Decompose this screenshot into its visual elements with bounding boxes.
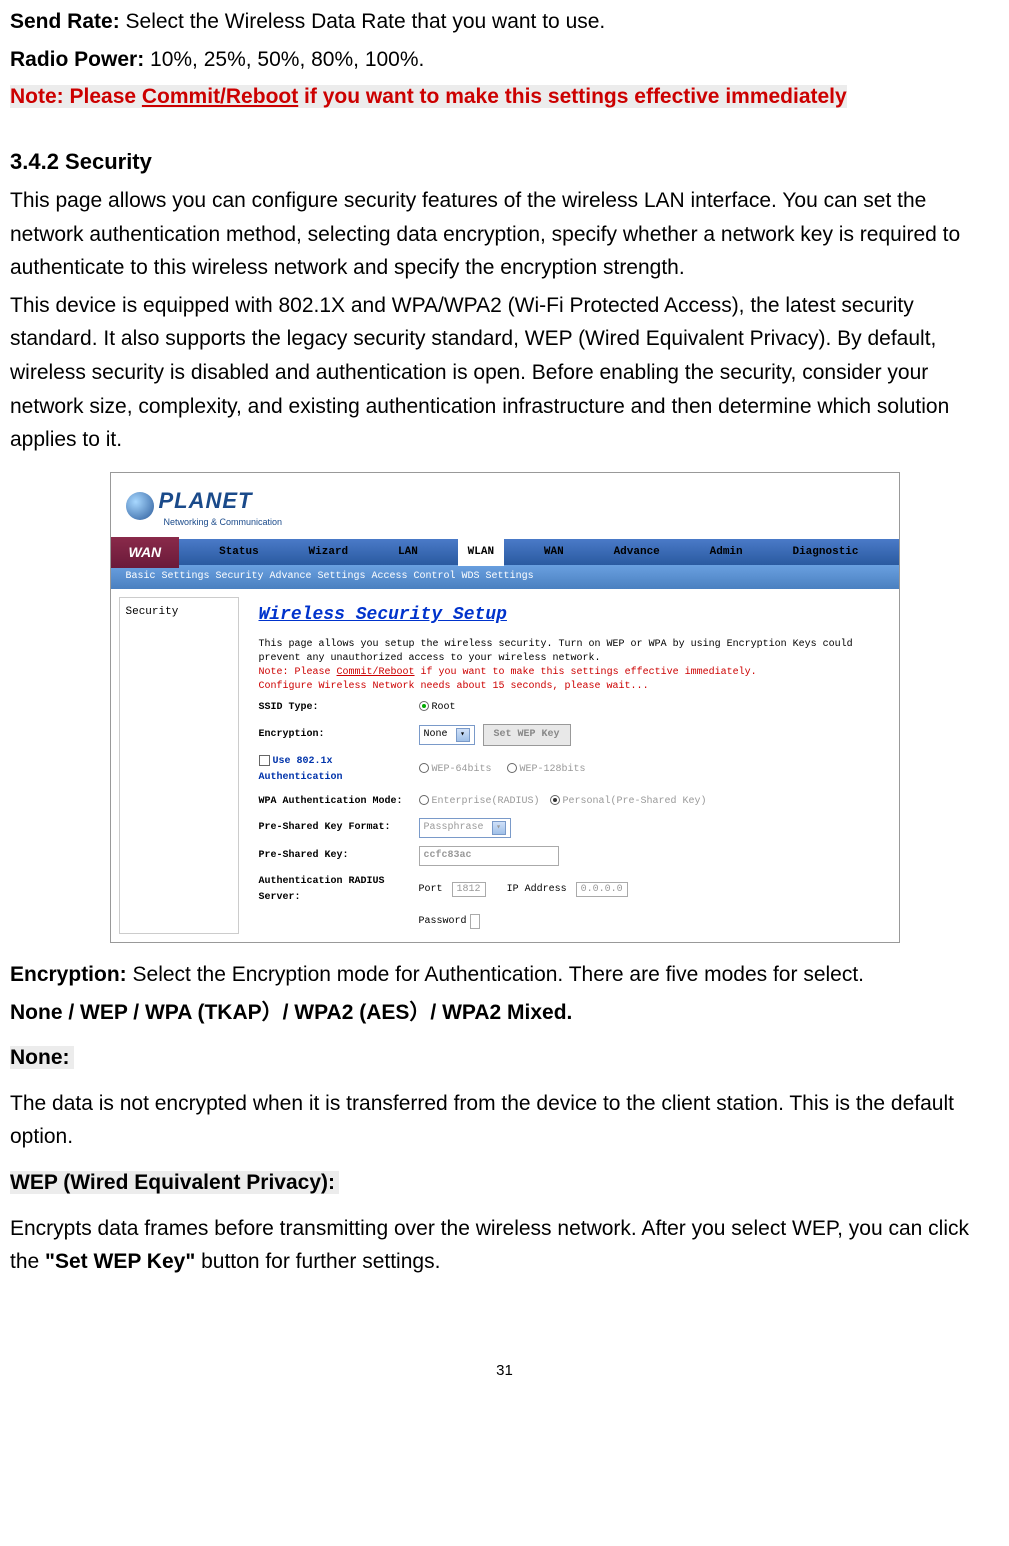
encryption-modes: None / WEP / WPA (TKAP）/ WPA2 (AES）/ WPA…: [10, 996, 999, 1030]
ssid-row: SSID Type: Root: [259, 700, 887, 716]
psk-row: Pre-Shared Key: ccfc83ac: [259, 846, 887, 866]
router-screenshot: PLANET Networking & Communication WAN St…: [110, 472, 900, 943]
psk-fmt-row: Pre-Shared Key Format: Passphrase ▾: [259, 818, 887, 838]
nav-bar: WAN Status Wizard LAN WLAN WAN Advance A…: [111, 539, 899, 565]
panel-desc: This page allows you setup the wireless …: [259, 638, 887, 694]
brand-name: PLANET: [159, 483, 283, 518]
encryption-line: Encryption: Select the Encryption mode f…: [10, 958, 999, 992]
desc-note: Note: Please Commit/Reboot if you want t…: [259, 667, 757, 678]
psk-label: Pre-Shared Key:: [259, 848, 419, 864]
encryption-text: Select the Encryption mode for Authentic…: [127, 963, 864, 986]
planet-logo: PLANET Networking & Communication: [126, 483, 283, 530]
ssid-label: SSID Type:: [259, 700, 419, 716]
radio-icon[interactable]: [507, 763, 517, 773]
chevron-down-icon: ▾: [492, 821, 506, 835]
psk-fmt-select[interactable]: Passphrase ▾: [419, 818, 511, 838]
radio-icon[interactable]: [419, 795, 429, 805]
radio-power-text: 10%, 25%, 50%, 80%, 100%.: [144, 48, 424, 71]
nav-items: Status Wizard LAN WLAN WAN Advance Admin…: [179, 539, 898, 567]
none-text: The data is not encrypted when it is tra…: [10, 1087, 999, 1154]
note-suffix: if you want to make this settings effect…: [298, 85, 846, 108]
none-heading: None:: [10, 1041, 999, 1075]
use-8021x-label: Use 802.1x Authentication: [259, 754, 419, 786]
nav-lan[interactable]: LAN: [388, 539, 428, 567]
password-input[interactable]: [470, 914, 480, 929]
encryption-row: Encryption: None ▾ Set WEP Key: [259, 724, 887, 746]
note-prefix: Note: Please: [10, 85, 142, 108]
send-rate-text: Select the Wireless Data Rate that you w…: [120, 10, 606, 33]
password-section: Password: [419, 914, 480, 930]
checkbox-icon[interactable]: [259, 755, 270, 766]
radio-power-label: Radio Power:: [10, 48, 144, 71]
wan-button[interactable]: WAN: [111, 537, 180, 567]
brand-tagline: Networking & Communication: [164, 515, 283, 529]
use-8021x-row: Use 802.1x Authentication WEP-64bits WEP…: [259, 754, 887, 786]
note-link: Commit/Reboot: [142, 85, 298, 108]
panel-title: Wireless Security Setup: [259, 601, 887, 630]
radius-label: Authentication RADIUS Server:: [259, 874, 419, 906]
globe-icon: [126, 492, 154, 520]
commit-note: Note: Please Commit/Reboot if you want t…: [10, 80, 999, 114]
wep-label: WEP (Wired Equivalent Privacy):: [10, 1171, 339, 1194]
password-row: Password: [259, 914, 887, 930]
port-input[interactable]: 1812: [452, 882, 486, 897]
personal-option: Personal(Pre-Shared Key): [550, 794, 707, 810]
main-pane: Wireless Security Setup This page allows…: [247, 589, 899, 942]
psk-input[interactable]: ccfc83ac: [419, 846, 559, 866]
psk-fmt-label: Pre-Shared Key Format:: [259, 820, 419, 836]
none-label: None:: [10, 1046, 74, 1069]
security-heading: 3.4.2 Security: [10, 144, 999, 179]
sub-tabs[interactable]: Basic Settings Security Advance Settings…: [111, 565, 899, 589]
nav-status[interactable]: Status: [209, 539, 269, 567]
chevron-down-icon: ▾: [456, 728, 470, 742]
radio-icon[interactable]: [550, 795, 560, 805]
wep-text: Encrypts data frames before transmitting…: [10, 1212, 999, 1279]
wpa-auth-label: WPA Authentication Mode:: [259, 794, 419, 810]
radio-icon[interactable]: [419, 701, 429, 711]
ip-input[interactable]: 0.0.0.0: [576, 882, 628, 897]
enterprise-option: Enterprise(RADIUS): [419, 794, 540, 810]
wpa-auth-row: WPA Authentication Mode: Enterprise(RADI…: [259, 794, 887, 810]
encryption-select[interactable]: None ▾: [419, 725, 475, 745]
wep-heading: WEP (Wired Equivalent Privacy):: [10, 1166, 999, 1200]
set-wep-key-button[interactable]: Set WEP Key: [483, 724, 571, 746]
security-para-1: This page allows you can configure secur…: [10, 184, 999, 285]
radio-power-line: Radio Power: 10%, 25%, 50%, 80%, 100%.: [10, 43, 999, 77]
nav-admin[interactable]: Admin: [700, 539, 753, 567]
nav-wan[interactable]: WAN: [534, 539, 574, 567]
encryption-label: Encryption:: [259, 727, 419, 743]
radio-icon[interactable]: [419, 763, 429, 773]
security-para-2: This device is equipped with 802.1X and …: [10, 289, 999, 457]
sidebar-security[interactable]: Security: [126, 604, 232, 622]
nav-wlan[interactable]: WLAN: [458, 539, 504, 567]
desc1: This page allows you setup the wireless …: [259, 639, 853, 664]
encryption-label: Encryption:: [10, 963, 127, 986]
desc-warn: Configure Wireless Network needs about 1…: [259, 681, 649, 692]
wep-128: WEP-128bits: [507, 762, 586, 778]
nav-advance[interactable]: Advance: [604, 539, 670, 567]
content-area: Security Wireless Security Setup This pa…: [111, 589, 899, 942]
sidebar: Security: [119, 597, 239, 934]
ssid-value: Root: [419, 700, 456, 716]
page-number: 31: [10, 1359, 999, 1383]
nav-diagnostic[interactable]: Diagnostic: [782, 539, 868, 567]
wep-64: WEP-64bits: [419, 762, 492, 778]
planet-header: PLANET Networking & Communication: [111, 473, 899, 540]
port-section: Port 1812 IP Address 0.0.0.0: [419, 882, 628, 898]
send-rate-line: Send Rate: Select the Wireless Data Rate…: [10, 5, 999, 39]
nav-wizard[interactable]: Wizard: [299, 539, 359, 567]
send-rate-label: Send Rate:: [10, 10, 120, 33]
radius-row: Authentication RADIUS Server: Port 1812 …: [259, 874, 887, 906]
